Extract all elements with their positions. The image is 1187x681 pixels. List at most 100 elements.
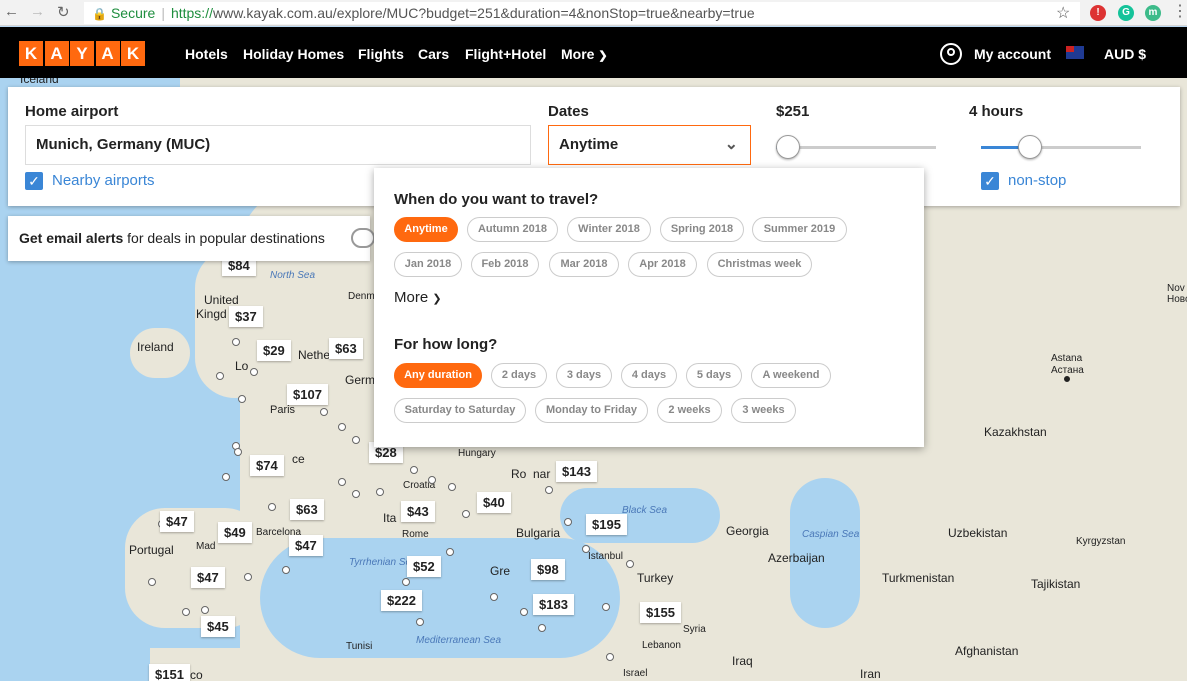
- when-option[interactable]: Jan 2018: [394, 252, 462, 277]
- price-tag[interactable]: $47: [191, 567, 225, 588]
- price-tag[interactable]: $52: [407, 556, 441, 577]
- when-option[interactable]: Summer 2019: [752, 217, 847, 242]
- account-icon[interactable]: [940, 43, 962, 65]
- airport-marker[interactable]: [564, 518, 572, 526]
- when-option-anytime[interactable]: Anytime: [394, 217, 458, 242]
- airport-marker[interactable]: [238, 395, 246, 403]
- airport-marker[interactable]: [352, 490, 360, 498]
- when-option[interactable]: Spring 2018: [660, 217, 744, 242]
- price-tag[interactable]: $107: [287, 384, 328, 405]
- extension-icon-red[interactable]: !: [1090, 5, 1106, 21]
- price-tag[interactable]: $40: [477, 492, 511, 513]
- forward-icon[interactable]: →: [30, 3, 45, 20]
- nav-flights[interactable]: Flights: [358, 46, 404, 62]
- price-tag[interactable]: $151: [149, 664, 190, 681]
- nav-cars[interactable]: Cars: [418, 46, 449, 62]
- nearby-airports-label[interactable]: Nearby airports: [52, 172, 155, 189]
- nav-holiday-homes[interactable]: Holiday Homes: [243, 46, 344, 62]
- extension-icon-m[interactable]: m: [1145, 5, 1161, 21]
- price-tag[interactable]: $195: [586, 514, 627, 535]
- duration-option[interactable]: 3 weeks: [731, 398, 796, 423]
- airport-marker[interactable]: [538, 624, 546, 632]
- duration-option[interactable]: 3 days: [556, 363, 612, 388]
- airport-marker[interactable]: [282, 566, 290, 574]
- airport-marker[interactable]: [148, 578, 156, 586]
- airport-marker[interactable]: [201, 606, 209, 614]
- email-alerts-toggle[interactable]: [351, 228, 375, 248]
- when-option[interactable]: Winter 2018: [567, 217, 651, 242]
- grammarly-icon[interactable]: G: [1118, 5, 1134, 21]
- airport-marker[interactable]: [244, 573, 252, 581]
- back-icon[interactable]: ←: [4, 3, 19, 20]
- more-dates-link[interactable]: More ❯: [394, 289, 442, 306]
- duration-slider[interactable]: [981, 135, 1141, 159]
- price-tag[interactable]: $43: [401, 501, 435, 522]
- price-tag[interactable]: $74: [250, 455, 284, 476]
- airport-marker[interactable]: [462, 510, 470, 518]
- duration-option[interactable]: 2 days: [491, 363, 547, 388]
- when-option[interactable]: Christmas week: [707, 252, 812, 277]
- airport-marker[interactable]: [268, 503, 276, 511]
- airport-marker[interactable]: [490, 593, 498, 601]
- duration-option[interactable]: 2 weeks: [657, 398, 722, 423]
- airport-marker[interactable]: [216, 372, 224, 380]
- my-account-link[interactable]: My account: [974, 46, 1051, 62]
- price-tag[interactable]: $183: [533, 594, 574, 615]
- when-option[interactable]: Mar 2018: [549, 252, 619, 277]
- airport-marker[interactable]: [352, 436, 360, 444]
- airport-marker[interactable]: [232, 338, 240, 346]
- duration-option[interactable]: 5 days: [686, 363, 742, 388]
- price-tag[interactable]: $29: [257, 340, 291, 361]
- price-tag[interactable]: $37: [229, 306, 263, 327]
- australia-flag-icon[interactable]: [1066, 46, 1084, 59]
- airport-marker[interactable]: [428, 476, 436, 484]
- airport-marker[interactable]: [338, 423, 346, 431]
- airport-marker[interactable]: [602, 603, 610, 611]
- currency-selector[interactable]: AUD $: [1104, 46, 1146, 62]
- airport-marker[interactable]: [376, 488, 384, 496]
- airport-marker[interactable]: [320, 408, 328, 416]
- non-stop-label[interactable]: non-stop: [1008, 172, 1066, 189]
- price-tag[interactable]: $98: [531, 559, 565, 580]
- home-airport-input[interactable]: Munich, Germany (MUC): [25, 125, 531, 165]
- duration-option[interactable]: Monday to Friday: [535, 398, 648, 423]
- airport-marker[interactable]: [250, 368, 258, 376]
- price-tag[interactable]: $47: [160, 511, 194, 532]
- budget-handle[interactable]: [776, 135, 800, 159]
- nearby-airports-checkbox[interactable]: ✓: [25, 172, 43, 190]
- nav-hotels[interactable]: Hotels: [185, 46, 228, 62]
- address-bar[interactable]: 🔒 Secure | https://www.kayak.com.au/explore…: [84, 2, 1080, 24]
- bookmark-star-icon[interactable]: ☆: [1056, 3, 1070, 23]
- when-option[interactable]: Feb 2018: [471, 252, 539, 277]
- when-option[interactable]: Apr 2018: [628, 252, 697, 277]
- kayak-logo[interactable]: K A Y A K: [19, 41, 147, 66]
- nav-flight-hotel[interactable]: Flight+Hotel: [465, 46, 546, 62]
- duration-handle[interactable]: [1017, 135, 1042, 159]
- price-tag[interactable]: $63: [329, 338, 363, 359]
- price-tag[interactable]: $63: [290, 499, 324, 520]
- airport-marker[interactable]: [448, 483, 456, 491]
- airport-marker[interactable]: [416, 618, 424, 626]
- dates-select[interactable]: Anytime ⌄: [548, 125, 751, 165]
- airport-marker[interactable]: [234, 448, 242, 456]
- airport-marker[interactable]: [606, 653, 614, 661]
- airport-marker[interactable]: [222, 473, 230, 481]
- duration-option[interactable]: 4 days: [621, 363, 677, 388]
- price-tag[interactable]: $155: [640, 602, 681, 623]
- airport-marker[interactable]: [410, 466, 418, 474]
- price-tag[interactable]: $45: [201, 616, 235, 637]
- price-tag[interactable]: $49: [218, 522, 252, 543]
- menu-kebab-icon[interactable]: ⋮: [1172, 1, 1187, 21]
- price-tag[interactable]: $47: [289, 535, 323, 556]
- airport-marker[interactable]: [626, 560, 634, 568]
- non-stop-checkbox[interactable]: ✓: [981, 172, 999, 190]
- budget-slider[interactable]: [776, 135, 936, 159]
- duration-option[interactable]: Saturday to Saturday: [394, 398, 526, 423]
- when-option[interactable]: Autumn 2018: [467, 217, 558, 242]
- airport-marker[interactable]: [520, 608, 528, 616]
- airport-marker[interactable]: [582, 545, 590, 553]
- airport-marker[interactable]: [338, 478, 346, 486]
- airport-marker[interactable]: [446, 548, 454, 556]
- price-tag[interactable]: $143: [556, 461, 597, 482]
- price-tag[interactable]: $222: [381, 590, 422, 611]
